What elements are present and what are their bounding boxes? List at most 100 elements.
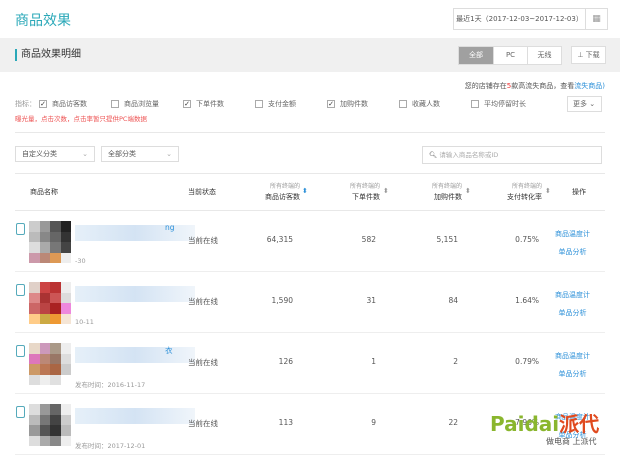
sort-icon[interactable]: ⬍ — [383, 187, 389, 195]
publish-time: -30 — [75, 257, 86, 265]
cart-cell: 22 — [448, 418, 458, 427]
image-pixel — [50, 221, 61, 232]
image-pixel — [29, 343, 40, 354]
temperature-link[interactable]: 商品温度计 — [555, 347, 590, 365]
header-label: 商品访客数 — [265, 193, 300, 201]
product-thumbnail[interactable] — [29, 221, 71, 263]
image-pixel — [50, 425, 61, 436]
temperature-link[interactable]: 商品温度计 — [555, 225, 590, 243]
divider — [15, 173, 605, 174]
metric-label: 商品浏览量 — [124, 100, 159, 108]
col-header-rate[interactable]: 所有终端的 支付转化率 — [490, 182, 542, 202]
table-row: 10-11 当前在线 1,590 31 84 1.64% 商品温度计 单品分析 — [15, 272, 605, 333]
metrics-selector: 指标： ✓ 商品访客数 商品浏览量 ✓ 下单件数 支付金额 ✓ 加购件数 收藏人数 平… — [15, 99, 543, 109]
product-title-blurred[interactable] — [75, 408, 195, 424]
search-icon: 🔍︎ — [429, 151, 440, 159]
col-header-orders[interactable]: 所有终端的 下单件数 — [330, 182, 380, 202]
select-value: 自定义分类 — [22, 150, 57, 158]
image-pixel — [60, 343, 71, 354]
col-header-cart[interactable]: 所有终端的 加购件数 — [412, 182, 462, 202]
product-title-fragment[interactable]: ng — [165, 223, 175, 232]
notice-prefix: 您的店铺存在 — [464, 82, 507, 90]
visitors-cell: 113 — [278, 418, 293, 427]
image-pixel — [39, 303, 50, 314]
search-input[interactable]: 🔍︎ 请输入商品名称或ID — [422, 146, 602, 164]
image-pixel — [50, 343, 61, 354]
publish-time: 发布时间：2016-11-17 — [75, 381, 146, 389]
analysis-link[interactable]: 单品分析 — [555, 365, 590, 383]
image-pixel — [50, 292, 61, 303]
product-title-blurred[interactable] — [75, 347, 195, 363]
metric-checkbox[interactable]: ✓ 加购件数 — [327, 99, 399, 109]
col-header-visitors[interactable]: 所有终端的 商品访客数 — [250, 182, 300, 202]
status-cell: 当前在线 — [188, 236, 218, 245]
image-pixel — [50, 231, 61, 242]
watermark-slogan: 做电商 上派代 — [546, 437, 597, 446]
all-category-select[interactable]: 全部分类 ⌄ — [101, 146, 179, 162]
temperature-link[interactable]: 商品温度计 — [555, 286, 590, 304]
image-pixel — [29, 313, 40, 324]
analysis-link[interactable]: 单品分析 — [555, 304, 590, 322]
chevron-down-icon: ⌄ — [589, 100, 596, 108]
image-pixel — [60, 374, 71, 385]
date-range-picker[interactable]: 最近1天（2017-12-03~2017-12-03） ▦ — [453, 8, 608, 30]
rate-cell: 0.79% — [515, 357, 539, 366]
orders-cell: 582 — [361, 235, 376, 244]
product-title-blurred[interactable] — [75, 286, 195, 302]
more-dropdown[interactable]: 更多 ⌄ — [567, 96, 602, 112]
download-label: 下载 — [585, 51, 600, 59]
metric-checkbox[interactable]: 收藏人数 — [399, 99, 471, 109]
product-title-blurred[interactable] — [75, 225, 195, 241]
image-pixel — [29, 435, 40, 446]
status-cell: 当前在线 — [188, 297, 218, 306]
image-pixel — [39, 221, 50, 232]
image-pixel — [39, 425, 50, 436]
metric-checkbox[interactable]: 商品浏览量 — [111, 99, 183, 109]
image-pixel — [29, 303, 40, 314]
product-thumbnail[interactable] — [29, 343, 71, 385]
header-label: 加购件数 — [434, 193, 462, 201]
status-cell: 当前在线 — [188, 419, 218, 428]
image-pixel — [29, 353, 40, 364]
image-pixel — [29, 364, 40, 375]
col-header-name: 商品名称 — [30, 188, 58, 196]
header-label: 下单件数 — [352, 193, 380, 201]
image-pixel — [39, 404, 50, 415]
analysis-link[interactable]: 单品分析 — [555, 243, 590, 261]
metric-checkbox[interactable]: 平均停留时长 — [471, 99, 543, 109]
image-pixel — [39, 292, 50, 303]
rate-cell: 0.75% — [515, 235, 539, 244]
sort-icon[interactable]: ⬍ — [465, 187, 471, 195]
calendar-icon[interactable]: ▦ — [585, 9, 607, 29]
tab-pc[interactable]: PC — [493, 47, 527, 64]
mobile-device-icon — [16, 345, 25, 357]
metric-checkbox[interactable]: ✓ 下单件数 — [183, 99, 255, 109]
tab-all[interactable]: 全部 — [459, 47, 493, 64]
image-pixel — [60, 353, 71, 364]
image-pixel — [50, 282, 61, 293]
visitors-cell: 1,590 — [271, 296, 293, 305]
image-pixel — [39, 343, 50, 354]
download-icon: ⊥ — [577, 51, 586, 59]
tab-wireless[interactable]: 无线 — [527, 47, 561, 64]
custom-category-select[interactable]: 自定义分类 ⌄ — [15, 146, 95, 162]
sort-icon[interactable]: ⬍ — [302, 187, 308, 195]
publish-time: 10-11 — [75, 318, 94, 326]
lost-products-link[interactable]: 流失商品 — [574, 82, 602, 90]
image-pixel — [60, 435, 71, 446]
product-title-fragment[interactable]: 衣 — [165, 345, 173, 356]
download-button[interactable]: ⊥ 下载 — [571, 46, 606, 64]
image-pixel — [60, 242, 71, 253]
col-header-ops: 操作 — [572, 188, 586, 196]
image-pixel — [60, 292, 71, 303]
metric-checkbox[interactable]: ✓ 商品访客数 — [39, 99, 111, 109]
sort-icon[interactable]: ⬍ — [545, 187, 551, 195]
product-thumbnail[interactable] — [29, 282, 71, 324]
image-pixel — [60, 414, 71, 425]
product-thumbnail[interactable] — [29, 404, 71, 446]
mobile-device-icon — [16, 284, 25, 296]
metric-checkbox[interactable]: 支付金额 — [255, 99, 327, 109]
cart-cell: 5,151 — [436, 235, 458, 244]
orders-cell: 31 — [366, 296, 376, 305]
image-pixel — [29, 425, 40, 436]
